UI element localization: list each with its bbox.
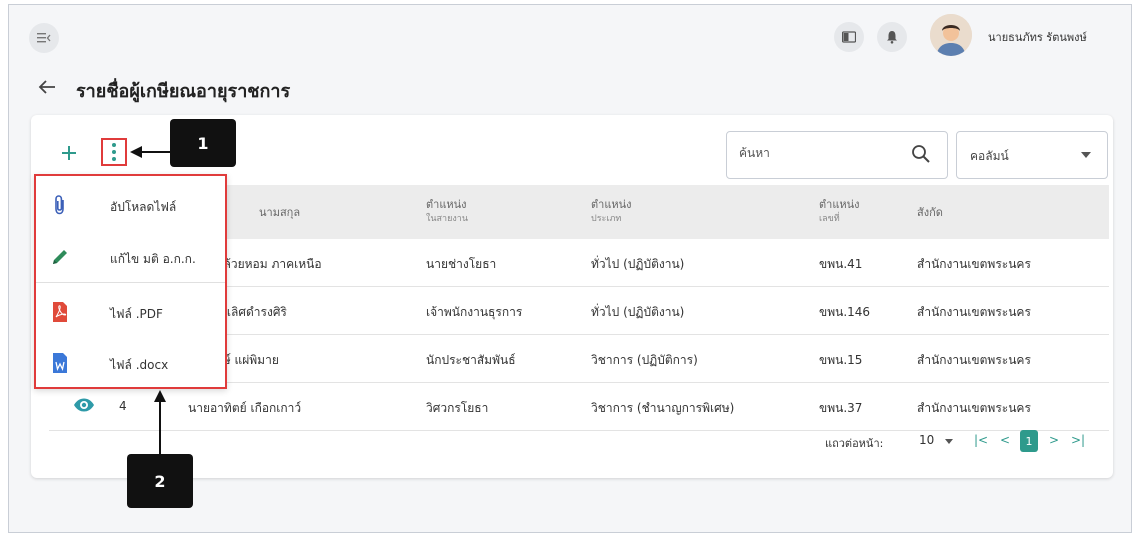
cell-position-line: วิศวกรโยธา [426, 401, 489, 415]
cell-position-number: ขพน.41 [819, 257, 863, 271]
cell-organization: สำนักงานเขตพระนคร [917, 353, 1031, 367]
manual-button[interactable] [834, 22, 864, 52]
menu-item-label: อัปโหลดไฟล์ [110, 200, 177, 214]
chevron-down-icon [1081, 152, 1091, 158]
column-select[interactable]: คอลัมน์ [956, 131, 1108, 179]
kebab-dot [112, 143, 116, 147]
pdf-file-icon [53, 302, 67, 322]
cell-position-number: ขพน.15 [819, 353, 863, 367]
last-page-button[interactable]: >| [1071, 433, 1085, 447]
user-avatar-icon [930, 14, 972, 56]
callout-1: 1 [170, 119, 236, 167]
bell-icon [887, 31, 897, 44]
word-file-icon [53, 353, 67, 373]
kebab-dot [112, 157, 116, 161]
plus-icon [62, 146, 76, 160]
cell-position-line: นักประชาสัมพันธ์ [426, 353, 516, 367]
arrow-left-icon [38, 80, 55, 94]
cell-position-type: วิชาการ (ปฏิบัติการ) [591, 353, 698, 367]
cell-position-type: ทั่วไป (ปฏิบัติงาน) [591, 305, 685, 319]
next-page-button[interactable]: > [1049, 433, 1059, 447]
eye-icon[interactable] [73, 397, 95, 413]
search-input[interactable] [739, 146, 899, 160]
cell-position-type: ทั่วไป (ปฏิบัติงาน) [591, 257, 685, 271]
cell-position-type: วิชาการ (ชำนาญการพิเศษ) [591, 401, 735, 415]
prev-page-button[interactable]: < [1000, 433, 1010, 447]
back-button[interactable] [38, 76, 56, 100]
header-position-line[interactable]: ตำแหน่ง ในสายงาน [426, 197, 468, 227]
cell-position-number: ขพน.37 [819, 401, 863, 415]
menu-item-label: ไฟล์ .docx [110, 358, 169, 372]
cell-organization: สำนักงานเขตพระนคร [917, 401, 1031, 415]
cell-position-line: นายช่างโยธา [426, 257, 497, 271]
notification-button[interactable] [877, 22, 907, 52]
menu-toggle-button[interactable] [29, 23, 59, 53]
menu-item-edit-resolution[interactable]: แก้ไข มติ อ.ก.ก. [36, 231, 225, 283]
menu-item-upload-file[interactable]: อัปโหลดไฟล์ [36, 179, 225, 231]
header-position-number[interactable]: ตำแหน่ง เลขที่ [819, 197, 860, 227]
kebab-dot [112, 150, 116, 154]
search-box[interactable] [726, 131, 948, 179]
pencil-icon [53, 250, 67, 264]
rows-per-page-select[interactable]: 10 [919, 433, 934, 447]
menu-item-docx-file[interactable]: ไฟล์ .docx [36, 337, 225, 389]
pagination: แถวต่อหน้า: 10 |< < 1 > >| [49, 422, 1109, 462]
book-icon [842, 31, 856, 43]
cell-number: 4 [119, 399, 127, 413]
first-page-button[interactable]: |< [974, 433, 988, 447]
cell-organization: สำนักงานเขตพระนคร [917, 257, 1031, 271]
header-position-type[interactable]: ตำแหน่ง ประเภท [591, 197, 632, 227]
search-icon[interactable] [911, 144, 931, 164]
rows-per-page-label: แถวต่อหน้า: [825, 437, 884, 450]
current-page-button[interactable]: 1 [1020, 430, 1038, 452]
add-button[interactable] [60, 142, 78, 166]
avatar[interactable] [930, 14, 972, 56]
cell-organization: สำนักงานเขตพระนคร [917, 305, 1031, 319]
menu-item-label: ไฟล์ .PDF [110, 307, 163, 321]
chevron-down-icon[interactable] [945, 439, 953, 444]
cell-position-line: เจ้าพนักงานธุรการ [426, 305, 523, 319]
collapse-menu-icon [37, 33, 51, 43]
page-title: รายชื่อผู้เกษียณอายุราชการ [76, 81, 291, 102]
menu-divider [36, 282, 225, 283]
paperclip-icon [55, 195, 64, 215]
column-select-label: คอลัมน์ [970, 149, 1009, 163]
cell-name: นายอาทิตย์ เกือกเกาว์ [188, 401, 302, 415]
cell-position-number: ขพน.146 [819, 305, 871, 319]
user-name[interactable]: นายธนภัทร รัตนพงษ์ [988, 28, 1087, 46]
actions-menu: อัปโหลดไฟล์ แก้ไข มติ อ.ก.ก. ไฟล์ .PDF ไ… [34, 174, 227, 389]
menu-item-pdf-file[interactable]: ไฟล์ .PDF [36, 286, 225, 338]
menu-item-label: แก้ไข มติ อ.ก.ก. [110, 252, 196, 266]
callout-2: 2 [127, 454, 193, 508]
more-actions-button[interactable] [101, 138, 127, 166]
header-organization[interactable]: สังกัด [917, 205, 943, 220]
header-name[interactable]: นามสกุล [259, 205, 300, 220]
